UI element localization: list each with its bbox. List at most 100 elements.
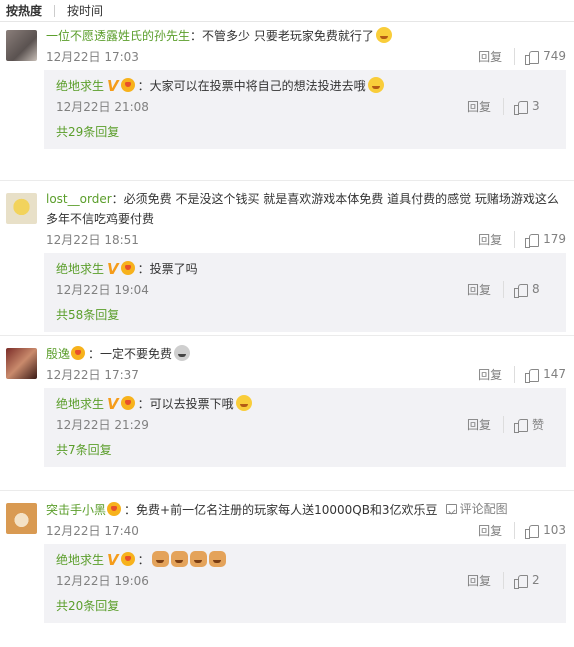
thumbs-up-icon (514, 574, 528, 589)
like-count: 179 (543, 232, 566, 246)
comment-meta: 12月22日 17:37 回复 147 (46, 364, 566, 384)
reply-body: ：投票了吗 (137, 262, 198, 276)
reply-box: 绝地求生 V ：大家可以在投票中将自己的想法投进去哦 12月22日 21:08 回复… (44, 70, 566, 149)
comment-time: 12月22日 17:03 (46, 49, 139, 64)
reply-text: 绝地求生 V ： (56, 550, 554, 570)
thumbs-up-icon (514, 283, 528, 298)
reply-time: 12月22日 21:08 (56, 99, 149, 114)
comment-item: lost__order：必须免费 不是没这个钱买 就是喜欢游戏本体免费 道具付费… (0, 181, 574, 336)
reply-body: ：可以去投票下哦 (137, 397, 234, 411)
like-count: 赞 (532, 417, 545, 432)
grin-emoji-icon (367, 77, 384, 93)
reply-button[interactable]: 回复 (467, 415, 504, 433)
reply-username[interactable]: 绝地求生 (56, 79, 104, 93)
reply-time: 12月22日 19:04 (56, 282, 149, 297)
comment-time: 12月22日 17:40 (46, 523, 139, 538)
comment-body: ：免费+前一亿名注册的玩家每人送10000QB和3亿欢乐豆 (124, 503, 438, 517)
thumbs-up-icon (525, 233, 540, 248)
reply-body: ：大家可以在投票中将自己的想法投进去哦 (137, 79, 366, 93)
like-button[interactable]: 749 (525, 49, 566, 65)
reply-button[interactable]: 回复 (467, 97, 504, 115)
avatar[interactable] (6, 503, 37, 534)
thumbs-up-icon (525, 50, 540, 65)
reply-box: 绝地求生 V ： 12月22日 19:06 回复 2 共20条回复 (44, 544, 566, 623)
comment-username[interactable]: 一位不愿透露姓氏的孙先生 (46, 29, 190, 43)
comment-body: ：一定不要免费 (88, 347, 173, 361)
reply-button[interactable]: 回复 (478, 521, 516, 539)
comment-meta: 12月22日 17:40 回复 103 (46, 520, 566, 540)
thumbs-up-icon (514, 100, 528, 115)
more-replies-link[interactable]: 共20条回复 (56, 592, 554, 623)
like-button[interactable]: 赞 (514, 416, 554, 433)
comment-time: 12月22日 18:51 (46, 232, 139, 247)
comment-username[interactable]: lost__order (46, 192, 112, 206)
reply-body: ： (137, 553, 150, 567)
comment-picture-label: 评论配图 (459, 502, 508, 516)
avatar[interactable] (6, 30, 37, 61)
reply-text: 绝地求生 V ：投票了吗 (56, 259, 554, 279)
fan-badge-icon (120, 552, 135, 566)
verified-v-icon: V (107, 395, 119, 413)
smile-emoji-icon (375, 27, 392, 43)
sort-bar: 按热度 按时间 (0, 0, 574, 22)
fan-badge-icon (120, 261, 135, 275)
like-count: 147 (543, 367, 566, 381)
doge-emoji-icon (189, 551, 207, 567)
more-replies-link[interactable]: 共29条回复 (56, 118, 554, 149)
fan-badge-icon (107, 502, 122, 516)
comment-username[interactable]: 突击手小黑 (46, 503, 106, 517)
divider (54, 4, 56, 17)
like-button[interactable]: 3 (514, 99, 554, 115)
like-button[interactable]: 2 (514, 573, 554, 589)
like-button[interactable]: 103 (525, 523, 566, 539)
comment-time: 12月22日 17:37 (46, 367, 139, 382)
like-button[interactable]: 179 (525, 232, 566, 248)
comment-meta: 12月22日 18:51 回复 179 (46, 229, 566, 249)
like-button[interactable]: 147 (525, 367, 566, 383)
reply-button[interactable]: 回复 (467, 280, 504, 298)
avatar[interactable] (6, 193, 37, 224)
thumbs-up-icon (514, 418, 528, 433)
more-replies-link[interactable]: 共7条回复 (56, 436, 554, 467)
verified-v-icon: V (107, 77, 119, 95)
reply-time: 12月22日 19:06 (56, 573, 149, 588)
comment-text: lost__order：必须免费 不是没这个钱买 就是喜欢游戏本体免费 道具付费… (46, 189, 566, 229)
like-count: 3 (532, 99, 540, 113)
comment-text: 殷逸 ：一定不要免费 (46, 344, 566, 364)
verified-v-icon: V (107, 260, 119, 278)
reply-text: 绝地求生 V ：可以去投票下哦 (56, 394, 554, 414)
reply-meta: 12月22日 19:04 回复 8 (56, 279, 554, 299)
sort-by-hot-tab[interactable]: 按热度 (4, 2, 48, 19)
thumbs-up-icon (525, 368, 540, 383)
sort-by-time-tab[interactable]: 按时间 (65, 2, 109, 19)
thumbs-up-icon (525, 524, 540, 539)
verified-v-icon: V (107, 551, 119, 569)
like-count: 8 (532, 282, 540, 296)
reply-text: 绝地求生 V ：大家可以在投票中将自己的想法投进去哦 (56, 76, 554, 96)
like-count: 2 (532, 573, 540, 587)
comment-text: 突击手小黑 ：免费+前一亿名注册的玩家每人送10000QB和3亿欢乐豆 评论配图 (46, 499, 566, 520)
reply-username[interactable]: 绝地求生 (56, 262, 104, 276)
comment-body: ：不管多少 只要老玩家免费就行了 (190, 29, 374, 43)
comment-meta: 12月22日 17:03 回复 749 (46, 46, 566, 66)
reply-button[interactable]: 回复 (478, 230, 516, 248)
reply-button[interactable]: 回复 (478, 365, 516, 383)
reply-username[interactable]: 绝地求生 (56, 553, 104, 567)
reply-button[interactable]: 回复 (467, 571, 504, 589)
like-button[interactable]: 8 (514, 282, 554, 298)
comment-picture-link[interactable]: 评论配图 (445, 499, 508, 519)
comment-username[interactable]: 殷逸 (46, 347, 70, 361)
reply-username[interactable]: 绝地求生 (56, 397, 104, 411)
more-replies-link[interactable]: 共58条回复 (56, 301, 554, 332)
fan-badge-icon (120, 78, 135, 92)
reply-meta: 12月22日 21:29 回复 赞 (56, 414, 554, 434)
doge-emoji-icon (208, 551, 226, 567)
fan-badge-icon (120, 396, 135, 410)
husky-emoji-icon (174, 345, 191, 361)
reply-button[interactable]: 回复 (478, 47, 516, 65)
comment-item: 一位不愿透露姓氏的孙先生：不管多少 只要老玩家免费就行了 12月22日 17:0… (0, 22, 574, 181)
comment-item: 殷逸 ：一定不要免费 12月22日 17:37 回复 147 绝地求生 V ：可以去投… (0, 336, 574, 491)
avatar[interactable] (6, 348, 37, 379)
reply-box: 绝地求生 V ：可以去投票下哦 12月22日 21:29 回复 赞 共7条回复 (44, 388, 566, 467)
comment-text: 一位不愿透露姓氏的孙先生：不管多少 只要老玩家免费就行了 (46, 26, 566, 46)
